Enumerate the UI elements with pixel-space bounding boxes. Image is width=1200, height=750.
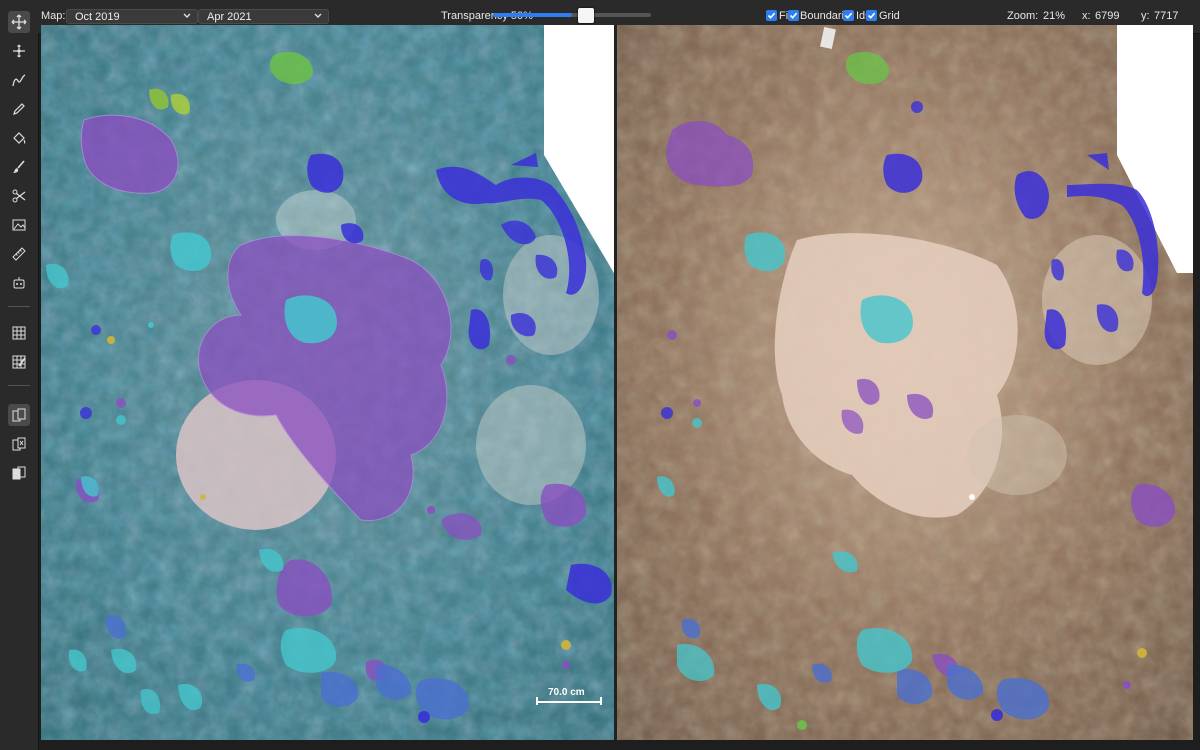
robot-icon bbox=[13, 277, 25, 289]
tool-compare[interactable] bbox=[8, 433, 30, 455]
transparency-slider-fill bbox=[493, 13, 572, 17]
freehand-icon bbox=[12, 74, 26, 87]
toolbar-divider bbox=[8, 306, 30, 307]
map-right-select[interactable]: Apr 2021 bbox=[198, 9, 329, 24]
transparency-slider[interactable] bbox=[493, 13, 651, 17]
scale-bar-tick bbox=[600, 697, 602, 705]
tool-pan[interactable] bbox=[8, 40, 30, 62]
check-icon bbox=[789, 12, 798, 19]
ids-checkbox[interactable] bbox=[843, 10, 854, 21]
map-label: Map: bbox=[41, 10, 66, 22]
fill-icon bbox=[13, 132, 26, 144]
tool-brush[interactable] bbox=[8, 156, 30, 178]
check-icon bbox=[767, 12, 776, 19]
chevron-down-icon bbox=[314, 13, 322, 18]
y-coord-value: 7717 bbox=[1154, 10, 1179, 22]
transparency-slider-thumb[interactable] bbox=[578, 8, 594, 23]
scale-bar-tick bbox=[536, 697, 538, 705]
tool-palette bbox=[0, 11, 39, 750]
pencil-icon bbox=[13, 103, 25, 115]
grid-checkbox-label: Grid bbox=[879, 10, 900, 22]
tool-grid[interactable] bbox=[8, 322, 30, 344]
tool-freehand[interactable] bbox=[8, 69, 30, 91]
fill-checkbox-label: Fi bbox=[779, 10, 788, 22]
map-right-value: Apr 2021 bbox=[207, 11, 252, 23]
scale-bar-label: 70.0 cm bbox=[548, 687, 585, 698]
brush-icon bbox=[13, 160, 25, 173]
tool-overlay[interactable] bbox=[8, 462, 30, 484]
scissors-icon bbox=[12, 189, 26, 203]
orthomosaic-right[interactable] bbox=[617, 25, 1193, 740]
tool-move[interactable] bbox=[8, 11, 30, 33]
ruler-icon bbox=[12, 247, 26, 261]
split-view-icon bbox=[12, 408, 26, 422]
check-icon bbox=[844, 12, 853, 19]
scale-bar: 70.0 cm bbox=[536, 687, 604, 706]
grid-icon bbox=[12, 326, 26, 340]
tool-robot[interactable] bbox=[8, 272, 30, 294]
y-coord-label: y: bbox=[1141, 10, 1150, 22]
scale-bar-line bbox=[536, 701, 602, 703]
grid-checkbox[interactable] bbox=[866, 10, 877, 21]
chevron-down-icon bbox=[183, 13, 191, 18]
zoom-value: 21% bbox=[1043, 10, 1066, 22]
map-pane-left[interactable] bbox=[41, 25, 614, 740]
check-icon bbox=[867, 12, 876, 19]
tool-pencil[interactable] bbox=[8, 98, 30, 120]
map-left-select[interactable]: Oct 2019 bbox=[66, 9, 198, 24]
image-icon bbox=[12, 219, 26, 231]
pan-icon bbox=[13, 44, 25, 58]
fill-checkbox[interactable] bbox=[766, 10, 777, 21]
orthomosaic-left[interactable] bbox=[41, 25, 614, 740]
tool-image[interactable] bbox=[8, 214, 30, 236]
tool-split-view[interactable] bbox=[8, 404, 30, 426]
map-pane-right[interactable] bbox=[617, 25, 1193, 740]
grid-edit-icon bbox=[12, 355, 26, 369]
overlay-icon bbox=[12, 466, 26, 480]
toolbar-divider bbox=[8, 385, 30, 386]
tool-fill[interactable] bbox=[8, 127, 30, 149]
boundaries-checkbox[interactable] bbox=[788, 10, 799, 21]
tool-scissors[interactable] bbox=[8, 185, 30, 207]
tool-grid-edit[interactable] bbox=[8, 351, 30, 373]
x-coord-label: x: bbox=[1082, 10, 1091, 22]
move-icon bbox=[11, 14, 27, 30]
tool-ruler[interactable] bbox=[8, 243, 30, 265]
x-coord-value: 6799 bbox=[1095, 10, 1120, 22]
zoom-label: Zoom: bbox=[1007, 10, 1039, 22]
boundaries-checkbox-label: Boundaries bbox=[800, 10, 843, 22]
map-left-value: Oct 2019 bbox=[75, 11, 120, 23]
compare-icon bbox=[12, 437, 26, 451]
